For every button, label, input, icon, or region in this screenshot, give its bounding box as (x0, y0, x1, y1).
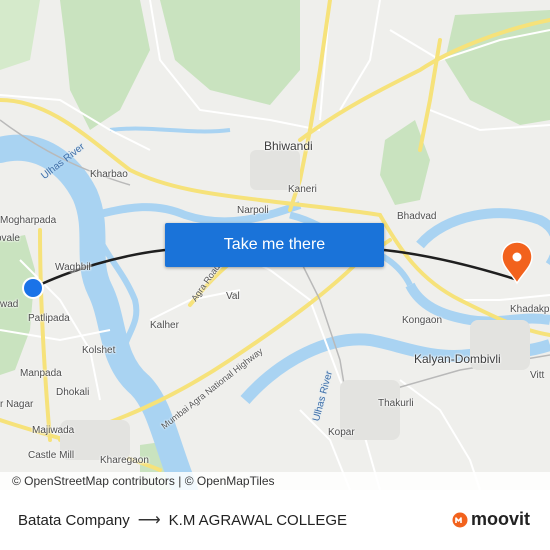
moovit-logo-icon (452, 512, 468, 527)
moovit-wordmark: moovit (470, 509, 530, 529)
place-label: Kaneri (288, 184, 317, 195)
forest-area (0, 0, 40, 70)
forest-area (160, 0, 300, 105)
place-label: r Nagar (0, 399, 34, 410)
place-label: Waghbil (55, 262, 91, 273)
forest-area (60, 0, 150, 130)
place-label: Majiwada (32, 425, 75, 436)
place-label: Patlipada (28, 313, 70, 324)
place-label: Khadakpada (510, 304, 550, 315)
place-label: wad (0, 299, 19, 310)
osm-attribution-link[interactable]: © OpenStreetMap contributors (12, 474, 175, 488)
map-view[interactable]: Bhiwandi Kharbao Kaneri Narpoli Bhadvad … (0, 0, 550, 490)
place-label: Kharegaon (100, 455, 149, 466)
place-label: Mogharpada (0, 215, 57, 226)
place-label: ovale (0, 233, 20, 244)
omt-attribution-link[interactable]: © OpenMapTiles (185, 474, 275, 488)
creek (94, 201, 302, 226)
moovit-logo: moovit (452, 509, 530, 530)
attribution-separator: | (178, 474, 182, 488)
place-label: Kharbao (90, 169, 128, 180)
place-label: Kopar (328, 427, 355, 438)
place-label: Thakurli (378, 398, 414, 409)
place-label: Vitt (530, 370, 545, 381)
road (38, 228, 52, 442)
creek (109, 126, 231, 134)
origin-dot-icon (22, 277, 44, 299)
destination-label: K.M AGRAWAL COLLEGE (168, 511, 348, 529)
place-label: Bhadvad (397, 211, 437, 222)
arrow-right-icon: ⟶ (137, 512, 161, 529)
place-label: Manpada (20, 368, 62, 379)
road (418, 38, 442, 152)
route-summary: Batata Company ⟶ K.M AGRAWAL COLLEGE (18, 510, 347, 530)
place-label: Castle Mill (28, 450, 75, 461)
place-label: Dhokali (56, 387, 90, 398)
place-label: Kalher (150, 320, 179, 331)
place-label: Kolshet (82, 345, 116, 356)
place-label: Kongaon (402, 315, 443, 326)
forest-area (445, 10, 550, 125)
map-attribution: © OpenStreetMap contributors | © OpenMap… (0, 472, 550, 490)
origin-label: Batata Company (18, 511, 130, 529)
place-label: Narpoli (237, 205, 269, 216)
place-label: Bhiwandi (264, 139, 313, 153)
place-label: Val (226, 291, 240, 302)
place-label: Kalyan-Dombivli (414, 352, 501, 366)
take-me-there-button[interactable]: Take me there (165, 223, 384, 267)
